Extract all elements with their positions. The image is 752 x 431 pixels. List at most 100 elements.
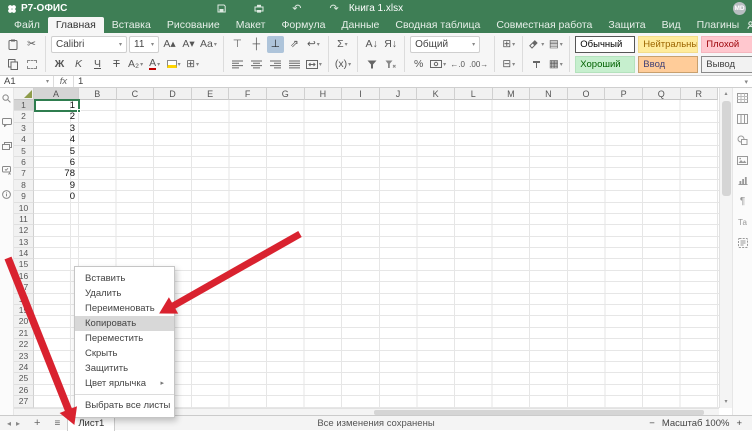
- spellcheck-icon[interactable]: [2, 166, 12, 175]
- insert-function-button[interactable]: fx: [54, 76, 74, 87]
- comment-icon[interactable]: [2, 118, 12, 127]
- underline-button[interactable]: Ч: [89, 56, 106, 73]
- row-header-12[interactable]: 12: [14, 225, 34, 236]
- column-header-K[interactable]: K: [417, 88, 455, 100]
- paragraph-settings-icon[interactable]: ¶: [740, 196, 745, 207]
- cell-A8[interactable]: 9: [34, 180, 78, 190]
- column-header-F[interactable]: F: [229, 88, 267, 100]
- print-button[interactable]: [254, 4, 264, 13]
- menu-item-Выбрать все листы[interactable]: Выбрать все листы: [75, 398, 174, 413]
- orientation-button[interactable]: ⇗: [286, 36, 303, 53]
- column-header-O[interactable]: O: [568, 88, 606, 100]
- vertical-scrollbar[interactable]: ▴ ▾: [719, 88, 732, 408]
- tab-Сводная таблица[interactable]: Сводная таблица: [387, 17, 488, 33]
- row-header-18[interactable]: 18: [14, 294, 34, 305]
- sheet-list-button[interactable]: ≡: [47, 418, 67, 429]
- row-header-26[interactable]: 26: [14, 385, 34, 396]
- align-left-button[interactable]: [229, 56, 246, 73]
- image-settings-icon[interactable]: [737, 156, 748, 165]
- cell-name-box[interactable]: A1▾: [0, 76, 54, 87]
- filter-button[interactable]: [363, 56, 380, 73]
- conditional-formatting-button[interactable]: ▤▾: [547, 36, 564, 53]
- row-header-6[interactable]: 6: [14, 157, 34, 168]
- increase-font-button[interactable]: A▴: [161, 36, 178, 53]
- tab-Данные[interactable]: Данные: [333, 17, 387, 33]
- decrease-decimal-button[interactable]: ←.0: [449, 56, 466, 73]
- row-header-2[interactable]: 2: [14, 111, 34, 122]
- subscript-button[interactable]: A₂▾: [127, 56, 144, 73]
- insert-cells-button[interactable]: ⊞▾: [500, 36, 517, 53]
- vertical-scroll-thumb[interactable]: [722, 101, 731, 196]
- row-cells[interactable]: [34, 214, 719, 225]
- fill-handle[interactable]: [77, 109, 81, 113]
- italic-button[interactable]: K: [70, 56, 87, 73]
- expand-formula-bar-button[interactable]: ▾: [744, 78, 752, 86]
- cell-style-Вывод[interactable]: Вывод: [701, 56, 752, 73]
- column-header-J[interactable]: J: [380, 88, 418, 100]
- column-header-L[interactable]: L: [455, 88, 493, 100]
- menu-item-Скрыть[interactable]: Скрыть: [75, 346, 174, 361]
- user-avatar[interactable]: MD: [733, 2, 746, 15]
- row-cells[interactable]: 5: [34, 146, 719, 157]
- scroll-down-icon[interactable]: ▾: [720, 396, 732, 408]
- font-color-button[interactable]: А▾: [146, 56, 163, 73]
- row-cells[interactable]: 1: [34, 100, 719, 111]
- column-header-G[interactable]: G: [267, 88, 305, 100]
- zoom-in-button[interactable]: +: [736, 418, 742, 429]
- accounting-style-button[interactable]: ▾: [429, 56, 447, 73]
- column-header-C[interactable]: C: [117, 88, 155, 100]
- column-header-B[interactable]: B: [79, 88, 117, 100]
- font-name-select[interactable]: Calibri▾: [51, 36, 127, 53]
- column-header-E[interactable]: E: [192, 88, 230, 100]
- slicer-settings-icon[interactable]: [738, 238, 748, 248]
- row-cells[interactable]: 0: [34, 191, 719, 202]
- row-cells[interactable]: [34, 248, 719, 259]
- row-cells[interactable]: [34, 203, 719, 214]
- decrease-font-button[interactable]: A▾: [180, 36, 197, 53]
- row-cells[interactable]: [34, 237, 719, 248]
- row-header-13[interactable]: 13: [14, 237, 34, 248]
- row-header-24[interactable]: 24: [14, 362, 34, 373]
- row-header-23[interactable]: 23: [14, 351, 34, 362]
- column-header-H[interactable]: H: [305, 88, 343, 100]
- column-header-N[interactable]: N: [530, 88, 568, 100]
- text-art-settings-icon[interactable]: Та: [738, 218, 747, 227]
- search-icon[interactable]: [2, 94, 11, 103]
- row-cells[interactable]: [34, 225, 719, 236]
- row-header-1[interactable]: 1: [14, 100, 34, 111]
- row-header-22[interactable]: 22: [14, 339, 34, 350]
- tab-Главная[interactable]: Главная: [48, 17, 104, 33]
- tab-Совместная работа[interactable]: Совместная работа: [488, 17, 600, 33]
- bold-button[interactable]: Ж: [51, 56, 68, 73]
- valign-middle-button[interactable]: ┼: [248, 36, 265, 53]
- cell-A3[interactable]: 3: [34, 123, 78, 133]
- cell-A9[interactable]: 0: [34, 191, 78, 201]
- menu-item-Переименовать[interactable]: Переименовать: [75, 301, 174, 316]
- row-cells[interactable]: 4: [34, 134, 719, 145]
- autosum-button[interactable]: Σ▾: [334, 36, 351, 53]
- share-access-button[interactable]: Доступ: [747, 19, 752, 31]
- column-header-M[interactable]: M: [493, 88, 531, 100]
- prev-sheet-button[interactable]: ◂: [7, 419, 11, 428]
- tab-Защита[interactable]: Защита: [600, 17, 653, 33]
- sort-descending-button[interactable]: Я↓: [382, 36, 399, 53]
- column-header-P[interactable]: P: [605, 88, 643, 100]
- about-icon[interactable]: [2, 190, 11, 199]
- column-header-Q[interactable]: Q: [643, 88, 681, 100]
- row-cells[interactable]: 9: [34, 180, 719, 191]
- column-header-D[interactable]: D: [154, 88, 192, 100]
- menu-item-Удалить[interactable]: Удалить: [75, 286, 174, 301]
- column-header-I[interactable]: I: [342, 88, 380, 100]
- cell-style-Нейтральный[interactable]: Нейтральный: [638, 36, 698, 53]
- menu-item-Вставить[interactable]: Вставить: [75, 271, 174, 286]
- percent-style-button[interactable]: %: [410, 56, 427, 73]
- cell-style-Хороший[interactable]: Хороший: [575, 56, 635, 73]
- cell-A2[interactable]: 2: [34, 111, 78, 121]
- strikethrough-button[interactable]: Т: [108, 56, 125, 73]
- row-header-14[interactable]: 14: [14, 248, 34, 259]
- next-sheet-button[interactable]: ▸: [16, 419, 20, 428]
- valign-bottom-button[interactable]: ⊥: [267, 36, 284, 53]
- align-justify-button[interactable]: [286, 56, 303, 73]
- row-cells[interactable]: 78: [34, 168, 719, 179]
- number-format-select[interactable]: Общий▾: [410, 36, 480, 53]
